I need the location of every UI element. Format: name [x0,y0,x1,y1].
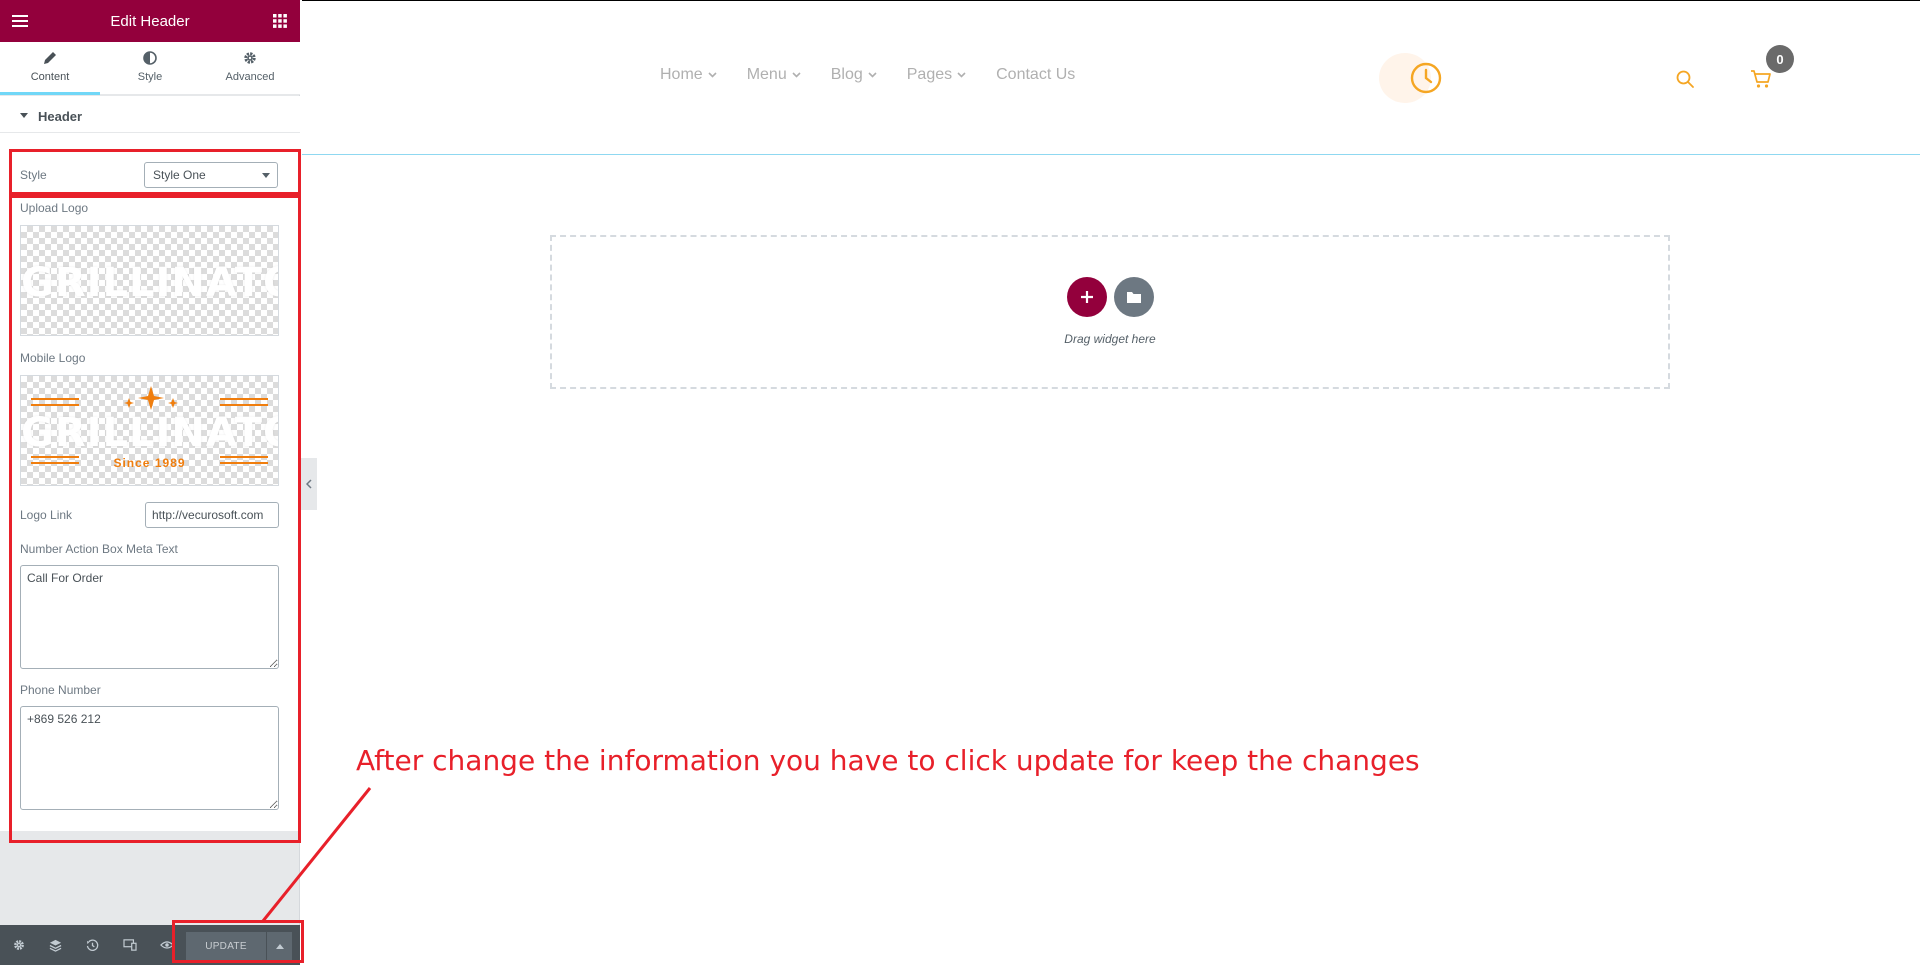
editor-tabs: Content Style Advanced [0,42,300,95]
drop-zone-hint: Drag widget here [1064,332,1156,346]
logo-link-label: Logo Link [20,508,73,522]
logo-link-input[interactable] [145,502,279,528]
tab-style[interactable]: Style [100,42,200,95]
plus-icon [1081,291,1093,303]
mobile-logo-wordmark: GRILLINATOR [21,410,278,456]
tab-advanced[interactable]: Advanced [200,42,300,95]
history-icon[interactable] [74,925,111,965]
nav-item-pages[interactable]: Pages [907,66,966,84]
annotation-arrow-line [261,787,372,922]
layers-icon[interactable] [37,925,74,965]
add-template-button[interactable] [1114,277,1154,317]
nav-label: Pages [906,66,953,83]
controls-panel: Header Style Style One Upload Logo GRILL… [0,96,300,831]
nav-label: Contact Us [996,66,1076,83]
folder-icon [1127,292,1141,303]
chevron-down-icon [957,72,966,78]
chevron-left-icon [306,479,312,489]
clock-icon [1410,62,1442,94]
phone-label: Phone Number [20,683,101,697]
upload-logo-preview[interactable]: GRILLINATOR [20,225,279,336]
clock-badge [1379,53,1442,103]
nav-item-blog[interactable]: Blog [831,66,877,84]
annotation-note: After change the information you have to… [356,744,1420,777]
half-circle-icon [143,51,157,65]
main-nav: Home Menu Blog Pages Contact Us [660,66,1075,84]
editor-title: Edit Header [110,12,190,30]
tab-content-label: Content [30,71,70,83]
logo-wordmark: GRILLINATOR [21,260,278,306]
caret-up-icon [275,943,284,949]
widget-drop-zone[interactable]: Drag widget here [550,235,1670,389]
style-select-value: Style One [153,168,206,182]
cart-icon[interactable] [1750,69,1772,89]
section-header-toggle[interactable]: Header [0,100,300,133]
nav-label: Home [660,66,703,83]
search-icon[interactable] [1675,69,1695,89]
add-section-button[interactable] [1067,277,1107,317]
chevron-down-icon [868,72,877,78]
nav-label: Menu [746,66,787,83]
logo-stripe [31,404,79,406]
gear-icon [244,52,256,64]
nav-item-contact[interactable]: Contact Us [996,66,1075,84]
style-label: Style [20,168,47,182]
logo-stripe [31,398,79,400]
editor-topbar: Edit Header [0,0,300,42]
nav-item-home[interactable]: Home [660,66,717,84]
nav-item-menu[interactable]: Menu [747,66,801,84]
chevron-down-icon [792,72,801,78]
logo-stripe [220,404,268,406]
logo-tagline: Since 1989 [113,456,186,470]
update-button[interactable]: UPDATE [186,932,266,960]
meta-text-textarea[interactable]: Call For Order [20,565,279,669]
mobile-logo-label: Mobile Logo [20,351,86,365]
pencil-icon [44,52,56,64]
section-title: Header [38,108,83,124]
update-options-button[interactable] [266,932,292,960]
cart-count-badge: 0 [1766,45,1794,73]
eye-icon[interactable] [148,925,185,965]
collapse-panel-toggle[interactable] [301,458,317,510]
settings-gear-icon[interactable] [0,925,37,965]
tab-content[interactable]: Content [0,42,100,95]
chevron-down-icon [708,72,717,78]
responsive-icon[interactable] [111,925,148,965]
sparkle-icon [124,386,178,410]
chevron-down-icon [262,173,270,178]
style-select[interactable]: Style One [144,162,278,188]
caret-down-icon [20,113,28,118]
tab-style-label: Style [137,71,163,83]
logo-stripe [220,398,268,400]
mobile-logo-preview[interactable]: GRILLINATOR Since 1989 [20,375,279,486]
tab-advanced-label: Advanced [225,71,275,83]
hamburger-menu-icon[interactable] [0,0,40,42]
nav-label: Blog [830,66,863,83]
upload-logo-label: Upload Logo [20,201,89,215]
phone-textarea[interactable]: +869 526 212 [20,706,279,810]
meta-text-label: Number Action Box Meta Text [20,542,178,556]
widgets-grid-icon[interactable] [260,0,300,42]
